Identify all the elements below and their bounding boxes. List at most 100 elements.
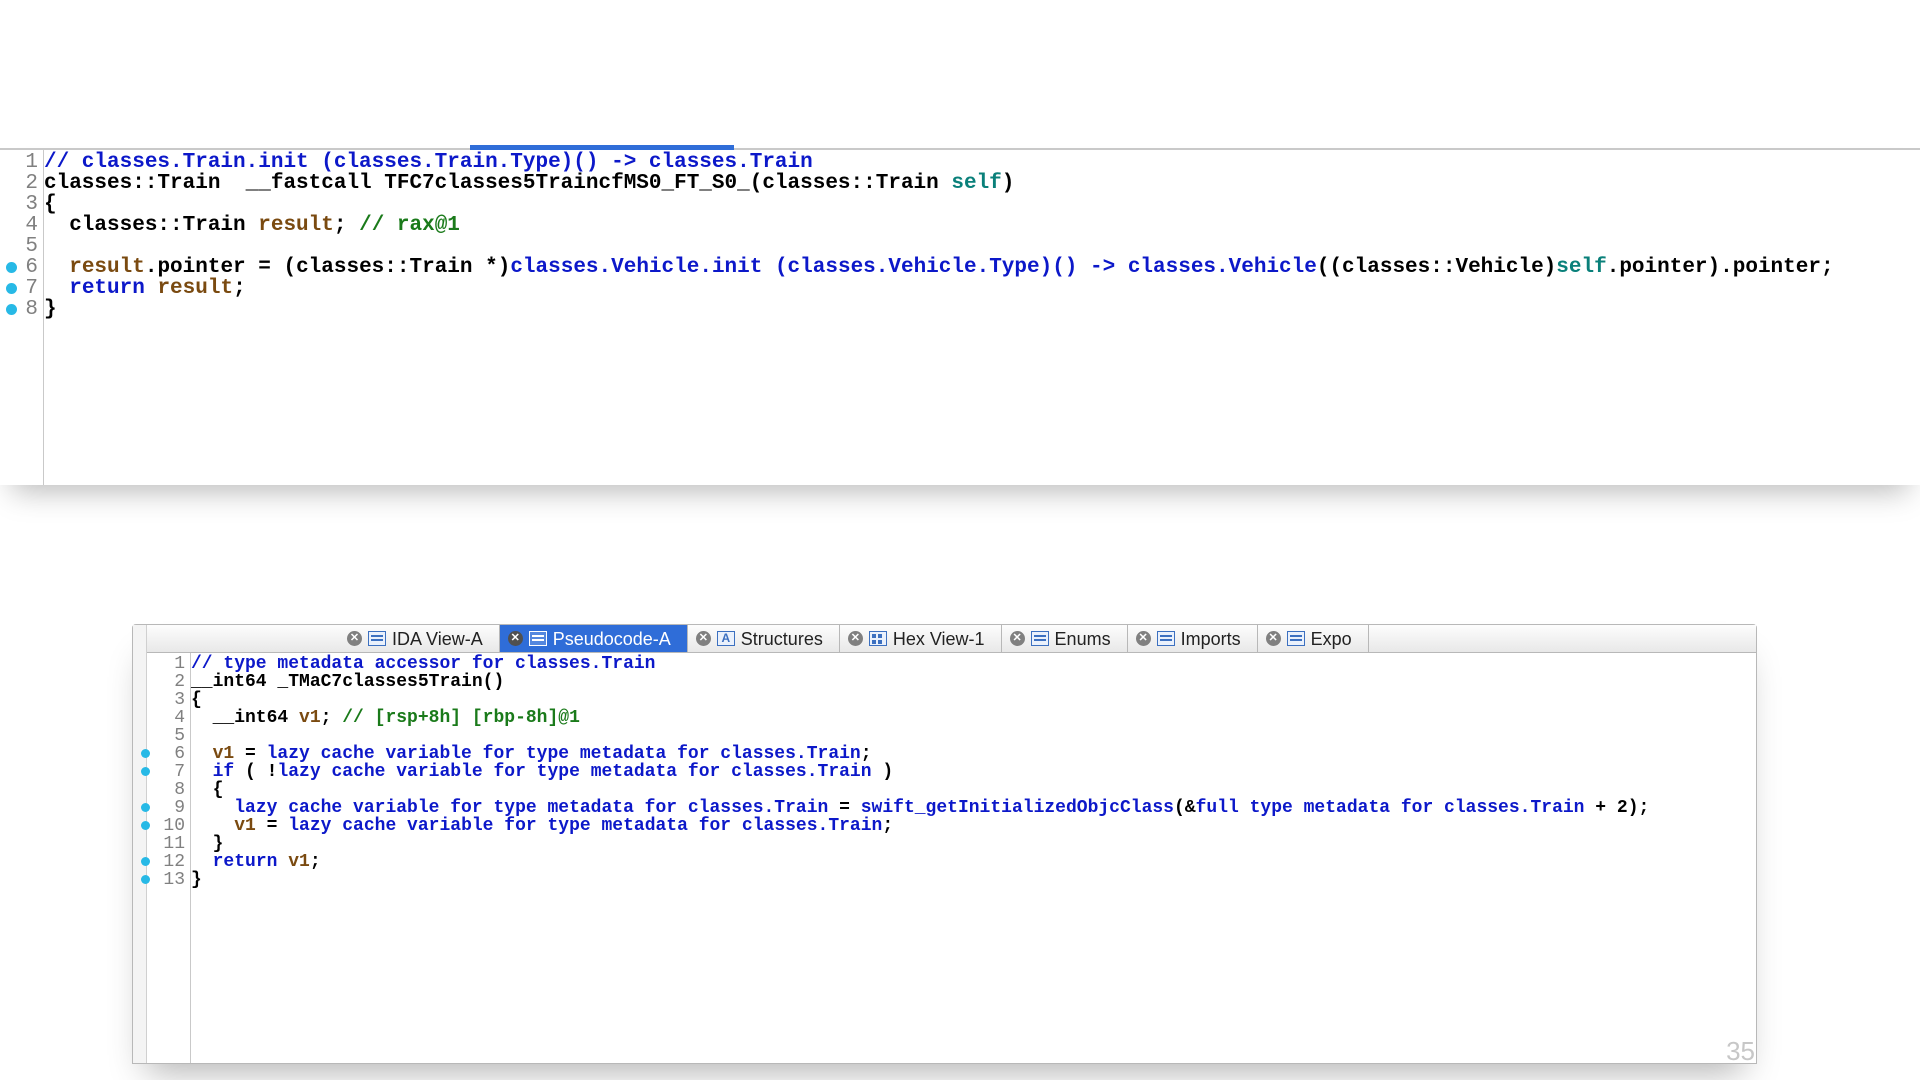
code-token <box>145 277 158 300</box>
code-token: { <box>44 193 57 216</box>
close-icon[interactable]: ✕ <box>347 631 362 646</box>
close-icon[interactable]: ✕ <box>1010 631 1025 646</box>
tab-label: Expo <box>1311 625 1352 653</box>
code-token <box>44 256 69 279</box>
code-token: // [rsp+8h] [rbp-8h]@1 <box>342 708 580 728</box>
code-token: lazy cache variable for type metadata fo… <box>267 744 861 764</box>
code-line[interactable]: 1// classes.Train.init (classes.Train.Ty… <box>44 152 1920 173</box>
code-token: } <box>191 834 223 854</box>
tab-label: Hex View-1 <box>893 625 985 653</box>
code-token: __int64 <box>191 708 299 728</box>
code-line[interactable]: 11 } <box>191 835 1756 853</box>
code-line[interactable]: 5 <box>191 727 1756 745</box>
code-line[interactable]: 4 __int64 v1; // [rsp+8h] [rbp-8h]@1 <box>191 709 1756 727</box>
line-number: 5 <box>10 236 44 257</box>
tab-enums[interactable]: ✕Enums <box>1002 625 1128 652</box>
close-icon[interactable]: ✕ <box>508 631 523 646</box>
breakpoint-dot-icon[interactable] <box>141 857 150 866</box>
tab-type-icon: A <box>717 631 735 646</box>
code-token: return <box>69 277 145 300</box>
code-token: { <box>191 780 223 800</box>
code-token: } <box>191 870 202 890</box>
line-number: 4 <box>141 709 191 727</box>
code-token: v1 <box>234 816 256 836</box>
code-line[interactable]: 12 return v1; <box>191 853 1756 871</box>
breakpoint-dot-icon[interactable] <box>141 767 150 776</box>
tab-label: Imports <box>1181 625 1241 653</box>
tab-hex-view-1[interactable]: ✕ Hex View-1 <box>840 625 1002 652</box>
breakpoint-dot-icon[interactable] <box>141 875 150 884</box>
close-icon[interactable]: ✕ <box>696 631 711 646</box>
code-line[interactable]: 7 if ( !lazy cache variable for type met… <box>191 763 1756 781</box>
tab-label: IDA View-A <box>392 625 483 653</box>
code-line[interactable]: 6 result.pointer = (classes::Train *)cla… <box>44 257 1920 278</box>
code-token: if <box>213 762 235 782</box>
line-number: 2 <box>10 173 44 194</box>
code-token: __int64 _TMaC7classes5Train() <box>191 672 504 692</box>
tab-type-icon <box>1287 631 1305 646</box>
close-icon[interactable]: ✕ <box>1266 631 1281 646</box>
code-token: self <box>1556 256 1606 279</box>
tab-structures[interactable]: ✕AStructures <box>688 625 840 652</box>
code-line[interactable]: 3{ <box>44 194 1920 215</box>
code-line[interactable]: 5 <box>44 236 1920 257</box>
code-token: } <box>44 298 57 321</box>
code-token: result <box>258 214 334 237</box>
code-token: classes::Train __fastcall TFC7classes5Tr… <box>44 172 951 195</box>
code-line[interactable]: 4 classes::Train result; // rax@1 <box>44 215 1920 236</box>
code-token: // rax@1 <box>359 214 460 237</box>
tab-ida-view-a[interactable]: ✕ IDA View-A <box>339 625 500 652</box>
breakpoint-dot-icon[interactable] <box>141 803 150 812</box>
code-token: .pointer).pointer; <box>1607 256 1834 279</box>
line-number: 8 <box>141 781 191 799</box>
line-number: 1 <box>141 655 191 673</box>
top-pseudocode-panel: 1// classes.Train.init (classes.Train.Ty… <box>0 148 1920 485</box>
code-token <box>191 816 234 836</box>
code-line[interactable]: 13} <box>191 871 1756 889</box>
line-number: 3 <box>10 194 44 215</box>
code-token: ; <box>882 816 893 836</box>
line-number: 1 <box>10 152 44 173</box>
code-token: (& <box>1174 798 1196 818</box>
tab-label: Pseudocode-A <box>553 625 671 653</box>
code-token: v1 <box>299 708 321 728</box>
line-number: 3 <box>141 691 191 709</box>
page-number: 35 <box>1726 1038 1755 1064</box>
code-line[interactable]: 2classes::Train __fastcall TFC7classes5T… <box>44 173 1920 194</box>
code-token: full type metadata for classes.Train <box>1196 798 1585 818</box>
breakpoint-dot-icon[interactable] <box>6 262 17 273</box>
code-line[interactable]: 8 { <box>191 781 1756 799</box>
code-line[interactable]: 3{ <box>191 691 1756 709</box>
breakpoint-dot-icon[interactable] <box>141 821 150 830</box>
top-code-area[interactable]: 1// classes.Train.init (classes.Train.Ty… <box>0 150 1920 320</box>
code-token <box>191 798 234 818</box>
code-token: ; <box>321 708 343 728</box>
code-line[interactable]: 8} <box>44 299 1920 320</box>
code-line[interactable]: 1// type metadata accessor for classes.T… <box>191 655 1756 673</box>
breakpoint-dot-icon[interactable] <box>141 749 150 758</box>
code-token: .pointer = (classes::Train *) <box>145 256 510 279</box>
tab-pseudocode-a[interactable]: ✕ Pseudocode-A <box>500 625 688 652</box>
code-token <box>191 852 213 872</box>
code-token: v1 <box>288 852 310 872</box>
tabbar-spacer <box>133 625 339 652</box>
close-icon[interactable]: ✕ <box>848 631 863 646</box>
code-line[interactable]: 6 v1 = lazy cache variable for type meta… <box>191 745 1756 763</box>
code-token <box>191 762 213 782</box>
code-token: classes.Vehicle.init (classes.Vehicle.Ty… <box>510 256 1317 279</box>
code-line[interactable]: 10 v1 = lazy cache variable for type met… <box>191 817 1756 835</box>
code-token: result <box>157 277 233 300</box>
code-line[interactable]: 9 lazy cache variable for type metadata … <box>191 799 1756 817</box>
code-token: lazy cache variable for type metadata fo… <box>277 762 871 782</box>
bottom-code-area[interactable]: 1// type metadata accessor for classes.T… <box>133 653 1756 889</box>
tab-imports[interactable]: ✕ Imports <box>1128 625 1258 652</box>
tab-bar: ✕IDA View-A✕Pseudocode-A✕AStructures✕Hex… <box>133 625 1756 653</box>
tab-expo[interactable]: ✕ Expo <box>1258 625 1369 652</box>
code-token: // classes.Train.init (classes.Train.Typ… <box>44 151 813 174</box>
breakpoint-dot-icon[interactable] <box>6 283 17 294</box>
code-line[interactable]: 2__int64 _TMaC7classes5Train() <box>191 673 1756 691</box>
close-icon[interactable]: ✕ <box>1136 631 1151 646</box>
code-line[interactable]: 7 return result; <box>44 278 1920 299</box>
code-token: ; <box>861 744 872 764</box>
breakpoint-dot-icon[interactable] <box>6 304 17 315</box>
